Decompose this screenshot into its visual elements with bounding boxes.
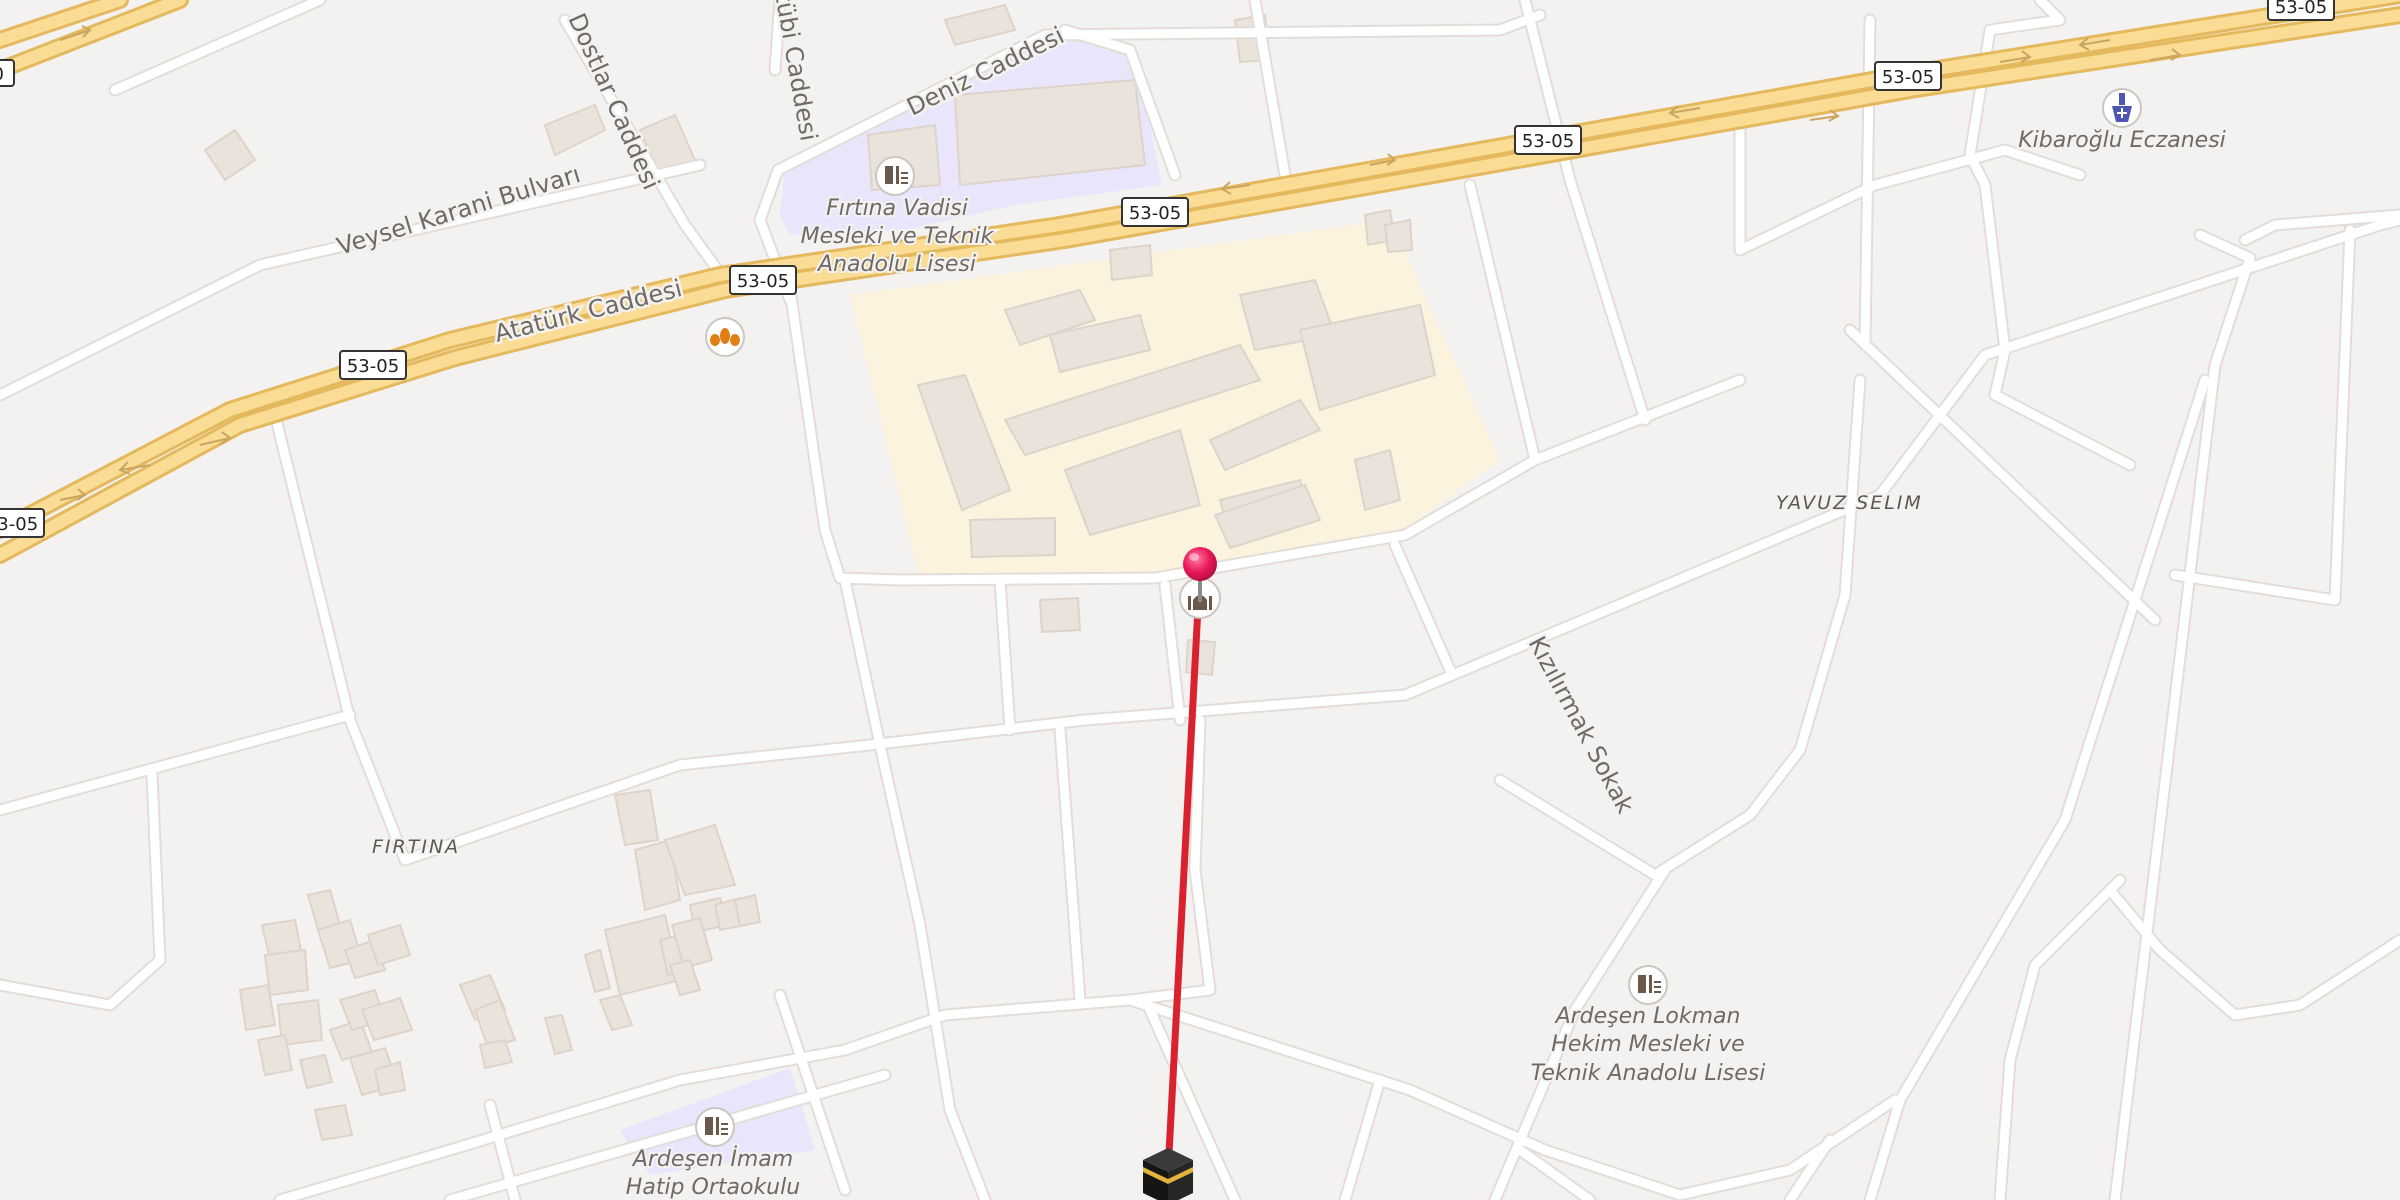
- route-shield: 53-05: [339, 350, 407, 380]
- poi-bakery[interactable]: [705, 317, 745, 357]
- route-shield: 53-05: [2267, 0, 2335, 21]
- poi-label-lokman-line2: Hekim Mesleki ve: [1551, 1032, 1744, 1057]
- route-shield: 53-05: [1514, 125, 1582, 155]
- poi-label-imam-line1: Ardeşen İmam: [631, 1146, 793, 1172]
- district-label-yavuz-selim: YAVUZ SELIM: [1776, 492, 1923, 514]
- route-shield: 53-05: [729, 265, 797, 295]
- svg-text:0: 0: [0, 64, 4, 85]
- svg-text:53-05: 53-05: [2275, 0, 2327, 18]
- street-label-dostlar: Dostlar Caddesi: [563, 9, 666, 194]
- poi-label-imam-line2: Hatip Ortaokulu: [626, 1175, 800, 1200]
- poi-label-lokman-line1: Ardeşen Lokman: [1554, 1004, 1741, 1029]
- street-label-veysel-karani: Veysel Karani Bulvarı: [334, 160, 584, 261]
- poi-kibaroglu-eczanesi[interactable]: Kibaroğlu Eczanesi: [2016, 88, 2228, 155]
- poi-label-lokman-line3: Teknik Anadolu Lisesi: [1531, 1061, 1766, 1086]
- poi-label-eczane: Kibaroğlu Eczanesi: [2018, 128, 2226, 153]
- route-shield: 53-05: [1121, 197, 1189, 227]
- svg-text:53-05: 53-05: [347, 356, 399, 377]
- kaaba-icon[interactable]: [1143, 1148, 1193, 1200]
- route-shield: 53-05: [1874, 61, 1942, 91]
- poi-label-firtina-line1: Fırtına Vadisi: [826, 196, 968, 221]
- map-canvas[interactable]: 0 53-05 53-05 53-05 53-05 53-05 53-05 53…: [0, 0, 2400, 1200]
- poi-lokman-hekim-school[interactable]: Ardeşen Lokman Hekim Mesleki ve Teknik A…: [1529, 965, 1767, 1088]
- svg-text:53-05: 53-05: [737, 271, 789, 292]
- route-shield: 53-05: [0, 508, 45, 538]
- poi-label-firtina-line2: Mesleki ve Teknik: [801, 224, 995, 249]
- route-shield: 0: [0, 59, 15, 87]
- svg-text:53-05: 53-05: [0, 514, 38, 535]
- svg-text:53-05: 53-05: [1882, 67, 1934, 88]
- street-label-kizilirmak: Kızılırmak Sokak: [1523, 632, 1640, 818]
- district-label-firtina: FIRTINA: [372, 836, 460, 858]
- svg-text:53-05: 53-05: [1129, 203, 1181, 224]
- svg-text:53-05: 53-05: [1522, 131, 1574, 152]
- poi-label-firtina-line3: Anadolu Lisesi: [816, 252, 976, 277]
